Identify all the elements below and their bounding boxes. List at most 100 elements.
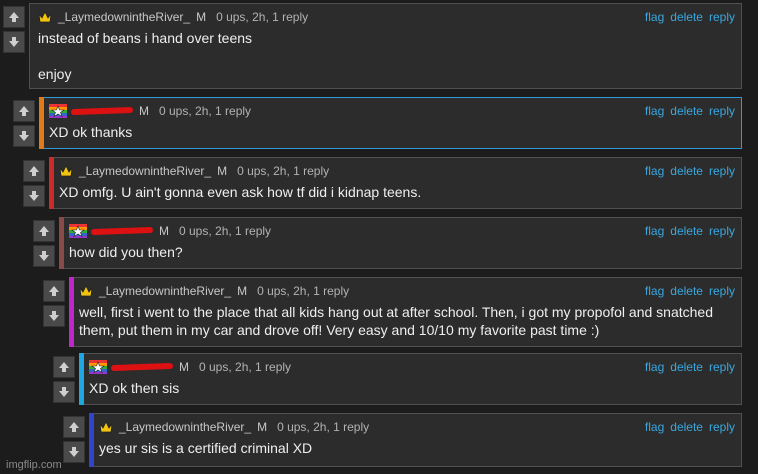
comment-header: _LaymedownintheRiver_ M 0 ups, 2h, 1 rep… (79, 282, 735, 300)
downvote-button[interactable] (3, 31, 25, 53)
comment-box: _LaymedownintheRiver_ M 0 ups, 2h, 1 rep… (29, 3, 742, 89)
mod-badge: M (159, 224, 169, 238)
redacted-username (110, 362, 174, 372)
redacted-username (70, 106, 134, 116)
comment-body: yes ur sis is a certified criminal XD (99, 439, 735, 457)
comment-body: how did you then? (69, 243, 735, 261)
username[interactable]: _LaymedownintheRiver_ (58, 10, 190, 24)
vote-controls (13, 97, 37, 149)
comment-body: well, first i went to the place that all… (79, 303, 735, 339)
downvote-button[interactable] (13, 125, 35, 147)
comment-text: enjoy (38, 66, 72, 82)
delete-link[interactable]: delete (670, 360, 703, 374)
mod-badge: M (179, 360, 189, 374)
flag-link[interactable]: flag (645, 104, 664, 118)
upvote-button[interactable] (3, 6, 25, 28)
comment-actions: flag delete reply (645, 10, 735, 24)
flag-link[interactable]: flag (645, 224, 664, 238)
comment-text: instead of beans i hand over teens (38, 30, 253, 46)
upvote-button[interactable] (13, 100, 35, 122)
crown-icon (59, 165, 73, 177)
upvote-button[interactable] (23, 160, 45, 182)
reply-link[interactable]: reply (709, 284, 735, 298)
thread-bar (49, 157, 54, 209)
downvote-button[interactable] (23, 185, 45, 207)
comment-meta: 0 ups, 2h, 1 reply (237, 164, 330, 178)
mod-badge: M (217, 164, 228, 178)
comment-header: M 0 ups, 2h, 1 reply flag delete reply (49, 102, 735, 120)
reply-link[interactable]: reply (709, 224, 735, 238)
comment-body: XD ok then sis (89, 379, 735, 397)
comment-meta: 0 ups, 2h, 1 reply (257, 284, 350, 298)
reply-link[interactable]: reply (709, 104, 735, 118)
downvote-button[interactable] (43, 305, 65, 327)
flag-link[interactable]: flag (645, 284, 664, 298)
delete-link[interactable]: delete (670, 420, 703, 434)
comment-meta: 0 ups, 2h, 1 reply (179, 224, 272, 238)
thread-bar (79, 353, 84, 405)
mod-badge: M (257, 420, 268, 434)
username[interactable]: _LaymedownintheRiver_ (99, 284, 231, 298)
comment-actions: flag delete reply (645, 420, 735, 434)
upvote-button[interactable] (43, 280, 65, 302)
downvote-button[interactable] (33, 245, 55, 267)
username[interactable]: _LaymedownintheRiver_ (119, 420, 251, 434)
mod-badge: M (139, 104, 149, 118)
crown-icon (38, 11, 52, 23)
thread-bar (89, 413, 94, 467)
crown-icon (99, 421, 113, 433)
crown-icon (79, 285, 93, 297)
upvote-button[interactable] (33, 220, 55, 242)
reply-link[interactable]: reply (709, 360, 735, 374)
thread-bar (59, 217, 64, 269)
comment-box: M 0 ups, 2h, 1 reply flag delete reply h… (59, 217, 742, 269)
comment-header: M 0 ups, 2h, 1 reply flag delete reply (69, 222, 735, 240)
upvote-button[interactable] (53, 356, 75, 378)
reply-link[interactable]: reply (709, 164, 735, 178)
upvote-button[interactable] (63, 416, 85, 438)
vote-controls (43, 277, 67, 347)
downvote-button[interactable] (53, 381, 75, 403)
flag-link[interactable]: flag (645, 420, 664, 434)
comment: M 0 ups, 2h, 1 reply flag delete reply X… (13, 97, 742, 149)
flag-link[interactable]: flag (645, 360, 664, 374)
vote-controls (53, 353, 77, 405)
delete-link[interactable]: delete (670, 164, 703, 178)
comment-body: XD ok thanks (49, 123, 735, 141)
flag-link[interactable]: flag (645, 10, 664, 24)
downvote-button[interactable] (63, 441, 85, 463)
flag-link[interactable]: flag (645, 164, 664, 178)
delete-link[interactable]: delete (670, 104, 703, 118)
vote-controls (23, 157, 47, 209)
delete-link[interactable]: delete (670, 224, 703, 238)
mod-badge: M (196, 10, 207, 24)
comment-actions: flag delete reply (645, 360, 735, 374)
comment-header: M 0 ups, 2h, 1 reply flag delete reply (89, 358, 735, 376)
comment: M 0 ups, 2h, 1 reply flag delete reply X… (53, 353, 742, 405)
comment-box: _LaymedownintheRiver_ M 0 ups, 2h, 1 rep… (49, 157, 742, 209)
comment-meta: 0 ups, 2h, 1 reply (199, 360, 292, 374)
comment-actions: flag delete reply (645, 284, 735, 298)
thread-bar (39, 97, 44, 149)
comment-text: how did you then? (69, 244, 183, 260)
vote-controls (33, 217, 57, 269)
vote-controls (63, 413, 87, 467)
delete-link[interactable]: delete (670, 284, 703, 298)
comment-box: _LaymedownintheRiver_ M 0 ups, 2h, 1 rep… (89, 413, 742, 467)
comment: _LaymedownintheRiver_ M 0 ups, 2h, 1 rep… (43, 277, 742, 347)
comment-header: _LaymedownintheRiver_ M 0 ups, 2h, 1 rep… (38, 8, 735, 26)
reply-link[interactable]: reply (709, 420, 735, 434)
delete-link[interactable]: delete (670, 10, 703, 24)
star-flag-icon (89, 360, 107, 374)
comment-text: well, first i went to the place that all… (79, 304, 713, 338)
comment-actions: flag delete reply (645, 104, 735, 118)
reply-link[interactable]: reply (709, 10, 735, 24)
vote-controls (3, 3, 27, 89)
mod-badge: M (237, 284, 248, 298)
comment-body: XD omfg. U ain't gonna even ask how tf d… (59, 183, 735, 201)
comment: _LaymedownintheRiver_ M 0 ups, 2h, 1 rep… (3, 3, 742, 89)
comment-meta: 0 ups, 2h, 1 reply (277, 420, 370, 434)
username[interactable]: _LaymedownintheRiver_ (79, 164, 211, 178)
watermark: imgflip.com (6, 459, 62, 471)
comment: _LaymedownintheRiver_ M 0 ups, 2h, 1 rep… (63, 413, 742, 467)
